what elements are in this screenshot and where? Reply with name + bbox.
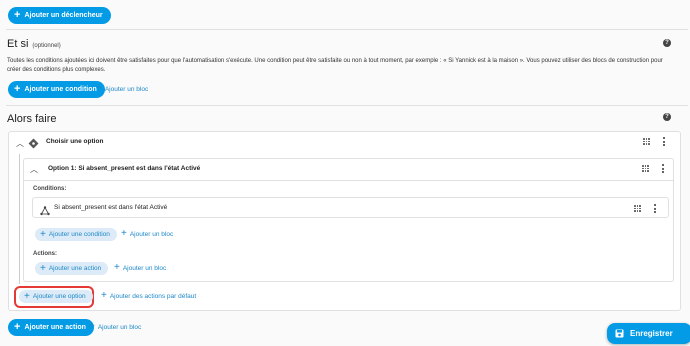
choose-icon <box>28 136 39 149</box>
conditions-optional: (optionnel) <box>32 43 61 49</box>
help-icon[interactable]: ? <box>663 113 671 121</box>
condition-icon <box>40 203 50 216</box>
add-block-label: Ajouter un bloc <box>122 264 167 272</box>
add-block-button[interactable]: + Ajouter un bloc <box>114 263 166 273</box>
add-block-button[interactable]: + Ajouter un bloc <box>89 322 141 332</box>
drag-handle-icon[interactable] <box>642 165 649 172</box>
more-icon[interactable] <box>662 137 665 146</box>
add-block-button[interactable]: + Ajouter un bloc <box>121 229 173 239</box>
plus-icon: + <box>14 9 21 21</box>
description-line2: créer des conditions plus complexes. <box>7 67 106 73</box>
save-button[interactable]: Enregistrer <box>607 323 690 344</box>
nesting-line <box>19 154 20 284</box>
add-action-label: Ajouter une action <box>48 265 102 272</box>
drag-handle-icon[interactable] <box>634 205 641 212</box>
save-icon <box>615 329 624 338</box>
add-default-actions-button[interactable]: + Ajouter des actions par défaut <box>101 291 196 301</box>
add-condition-label: Ajouter une condition <box>48 231 110 238</box>
add-option-label: Ajouter une option <box>32 293 86 300</box>
section-divider <box>6 105 688 106</box>
add-action-button[interactable]: + Ajouter une action <box>8 319 94 336</box>
choose-option-card: ︿ Choisir une option ︿ Option 1: Si abse… <box>8 131 681 311</box>
actions-label: Actions: <box>33 251 57 257</box>
description-line1: Toutes les conditions ajoutées ici doive… <box>7 58 663 64</box>
add-default-label: Ajouter des actions par défaut <box>109 292 197 300</box>
add-action-label: Ajouter une action <box>24 324 86 331</box>
add-trigger-button[interactable]: + Ajouter un déclencheur <box>8 7 111 24</box>
plus-icon: + <box>14 83 21 95</box>
plus-icon: + <box>101 290 107 301</box>
conditions-description: Toutes les conditions ajoutées ici doive… <box>7 57 683 75</box>
save-label: Enregistrer <box>630 329 673 338</box>
condition-item-card: Si absent_present est dans l'état Activé <box>32 197 669 218</box>
add-condition-button[interactable]: + Ajouter une condition <box>8 81 105 98</box>
plus-icon: + <box>14 321 21 333</box>
add-block-label: Ajouter un bloc <box>104 85 149 93</box>
help-icon[interactable]: ? <box>663 39 671 47</box>
conditions-title: Et si <box>7 38 29 50</box>
actions-title: Alors faire <box>7 113 57 125</box>
drag-handle-icon[interactable] <box>643 138 650 145</box>
choose-title: Choisir une option <box>46 138 104 145</box>
add-block-label: Ajouter un bloc <box>97 323 142 331</box>
conditions-label: Conditions: <box>33 186 67 192</box>
plus-icon: + <box>40 228 46 240</box>
add-condition-button[interactable]: + Ajouter une condition <box>35 228 117 241</box>
plus-icon: + <box>89 321 95 332</box>
plus-icon: + <box>121 228 127 239</box>
chevron-up-icon[interactable]: ︿ <box>30 164 38 175</box>
add-block-label: Ajouter un bloc <box>129 230 174 238</box>
more-icon[interactable] <box>653 204 656 213</box>
add-trigger-label: Ajouter un déclencheur <box>24 12 103 19</box>
plus-icon: + <box>24 290 30 302</box>
plus-icon: + <box>114 262 120 273</box>
plus-icon: + <box>40 262 46 274</box>
divider <box>24 180 673 181</box>
more-icon[interactable] <box>661 164 664 173</box>
add-condition-label: Ajouter une condition <box>24 86 97 93</box>
add-option-button[interactable]: + Ajouter une option <box>19 290 93 303</box>
add-block-button[interactable]: + Ajouter un bloc <box>96 84 148 94</box>
option-card: ︿ Option 1: Si absent_present est dans l… <box>23 158 674 282</box>
conditions-heading: Et si (optionnel) <box>7 38 61 50</box>
add-action-button[interactable]: + Ajouter une action <box>35 262 109 275</box>
chevron-up-icon[interactable]: ︿ <box>16 138 24 149</box>
section-divider <box>6 29 688 30</box>
condition-item-text: Si absent_present est dans l'état Activé <box>54 204 168 211</box>
plus-icon: + <box>96 83 102 94</box>
option-title: Option 1: Si absent_present est dans l'é… <box>48 165 201 172</box>
